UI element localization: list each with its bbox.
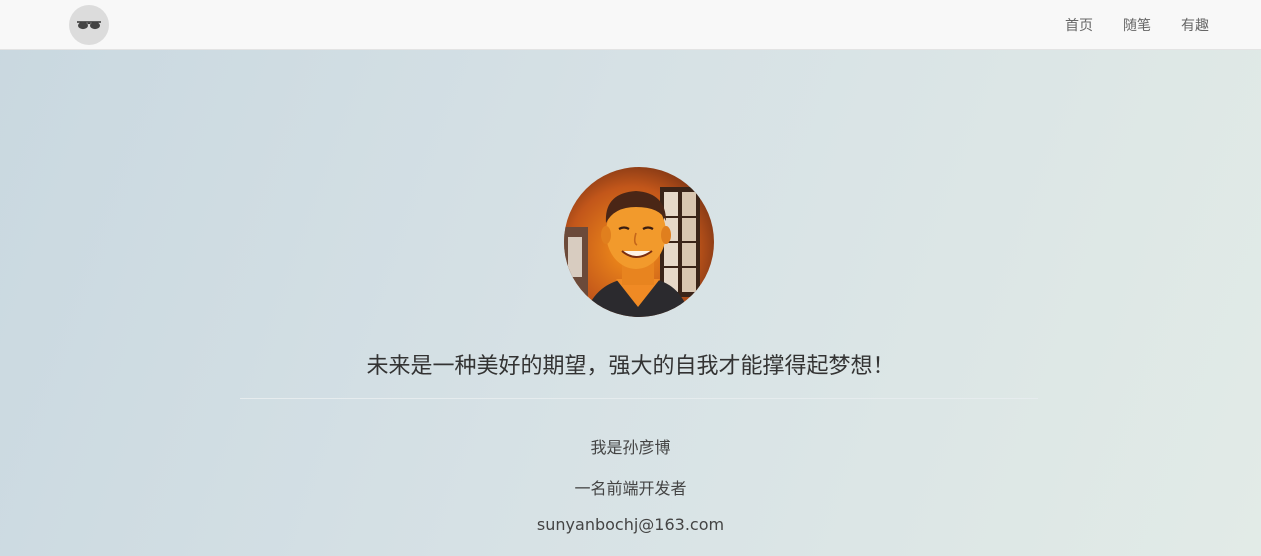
glasses-icon <box>77 21 101 30</box>
nav-links: 首页 随笔 有趣 <box>1035 0 1209 49</box>
nav-link-essays[interactable]: 随笔 <box>1123 15 1151 35</box>
nav-link-home[interactable]: 首页 <box>1065 15 1093 35</box>
profile-role: 一名前端开发者 <box>574 479 687 498</box>
section-divider <box>240 398 1038 399</box>
site-logo[interactable] <box>69 5 109 45</box>
profile-avatar <box>564 167 714 317</box>
top-navbar: 首页 随笔 有趣 <box>0 0 1261 50</box>
profile-headline: 未来是一种美好的期望，强大的自我才能撑得起梦想！ <box>366 354 895 379</box>
profile-photo-icon <box>564 167 714 317</box>
nav-link-fun[interactable]: 有趣 <box>1181 15 1209 35</box>
profile-email: sunyanbochj@163.com <box>536 515 725 534</box>
profile-name: 我是孙彦博 <box>590 438 671 457</box>
